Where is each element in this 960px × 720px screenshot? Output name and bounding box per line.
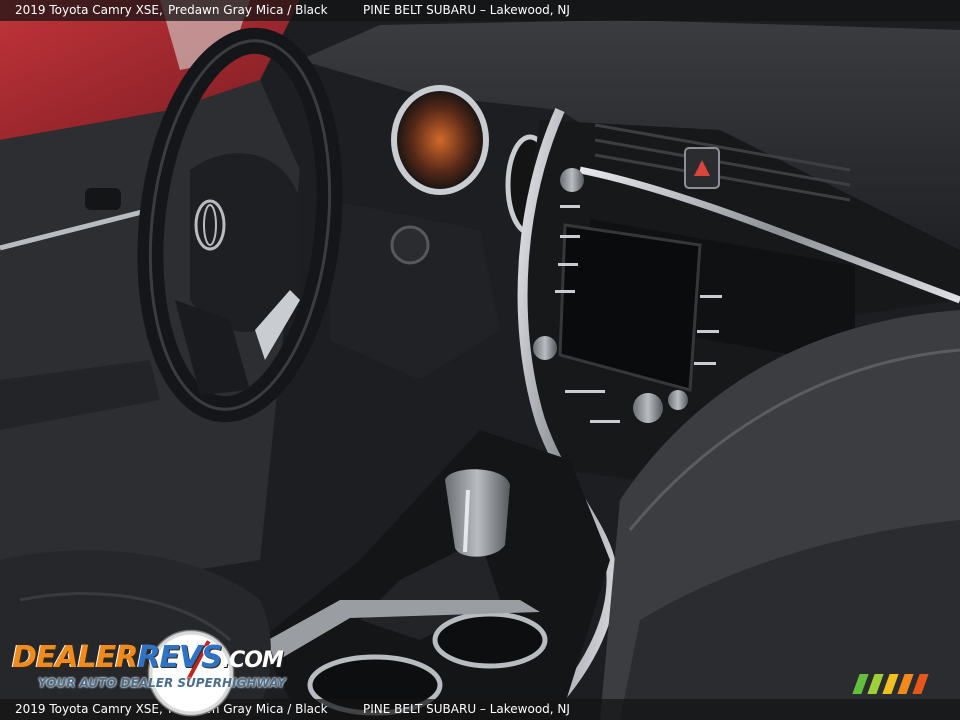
stripe-mark (897, 674, 914, 694)
caption-vehicle: 2019 Toyota Camry XSE, (15, 3, 163, 17)
caption-vehicle-bottom: 2019 Toyota Camry XSE, (15, 702, 163, 716)
stripe-mark (912, 674, 929, 694)
caption-color: Predawn Gray Mica / Black (168, 3, 328, 17)
stripe-mark (882, 674, 899, 694)
volume-knob (560, 168, 584, 192)
logo-text-dealer: DEALER (12, 640, 138, 675)
watermark-logo-text: DEALERREVS.COM (12, 640, 284, 675)
logo-text-suffix: .COM (221, 648, 284, 673)
dealerrevs-watermark: DEALERREVS.COM YOUR AUTO DEALER SUPERHIG… (10, 622, 286, 720)
car-interior-photo: 2019 Toyota Camry XSE, Predawn Gray Mica… (0, 0, 960, 720)
ignition-button (390, 225, 430, 265)
bottom-caption-bar: 2019 Toyota Camry XSE, Predawn Gray Mica… (0, 699, 960, 720)
climate-knob-right (668, 390, 688, 410)
instrument-gauge (391, 85, 489, 195)
logo-text-revs: REVS (137, 640, 222, 675)
gear-shifter-knob (445, 469, 510, 557)
watermark-tagline: YOUR AUTO DEALER SUPERHIGHWAY (38, 676, 286, 690)
cupholder-front (432, 611, 548, 669)
tune-knob (533, 336, 557, 360)
top-caption-bar: 2019 Toyota Camry XSE, Predawn Gray Mica… (0, 0, 960, 21)
interior-scene (0, 0, 960, 720)
caption-dealer: PINE BELT SUBARU – Lakewood, NJ (363, 3, 570, 17)
climate-knob (633, 393, 663, 423)
stripes-logo-icon (852, 674, 934, 694)
door-handle (85, 188, 121, 210)
caption-dealer-bottom: PINE BELT SUBARU – Lakewood, NJ (363, 702, 570, 716)
stripe-mark (867, 674, 884, 694)
